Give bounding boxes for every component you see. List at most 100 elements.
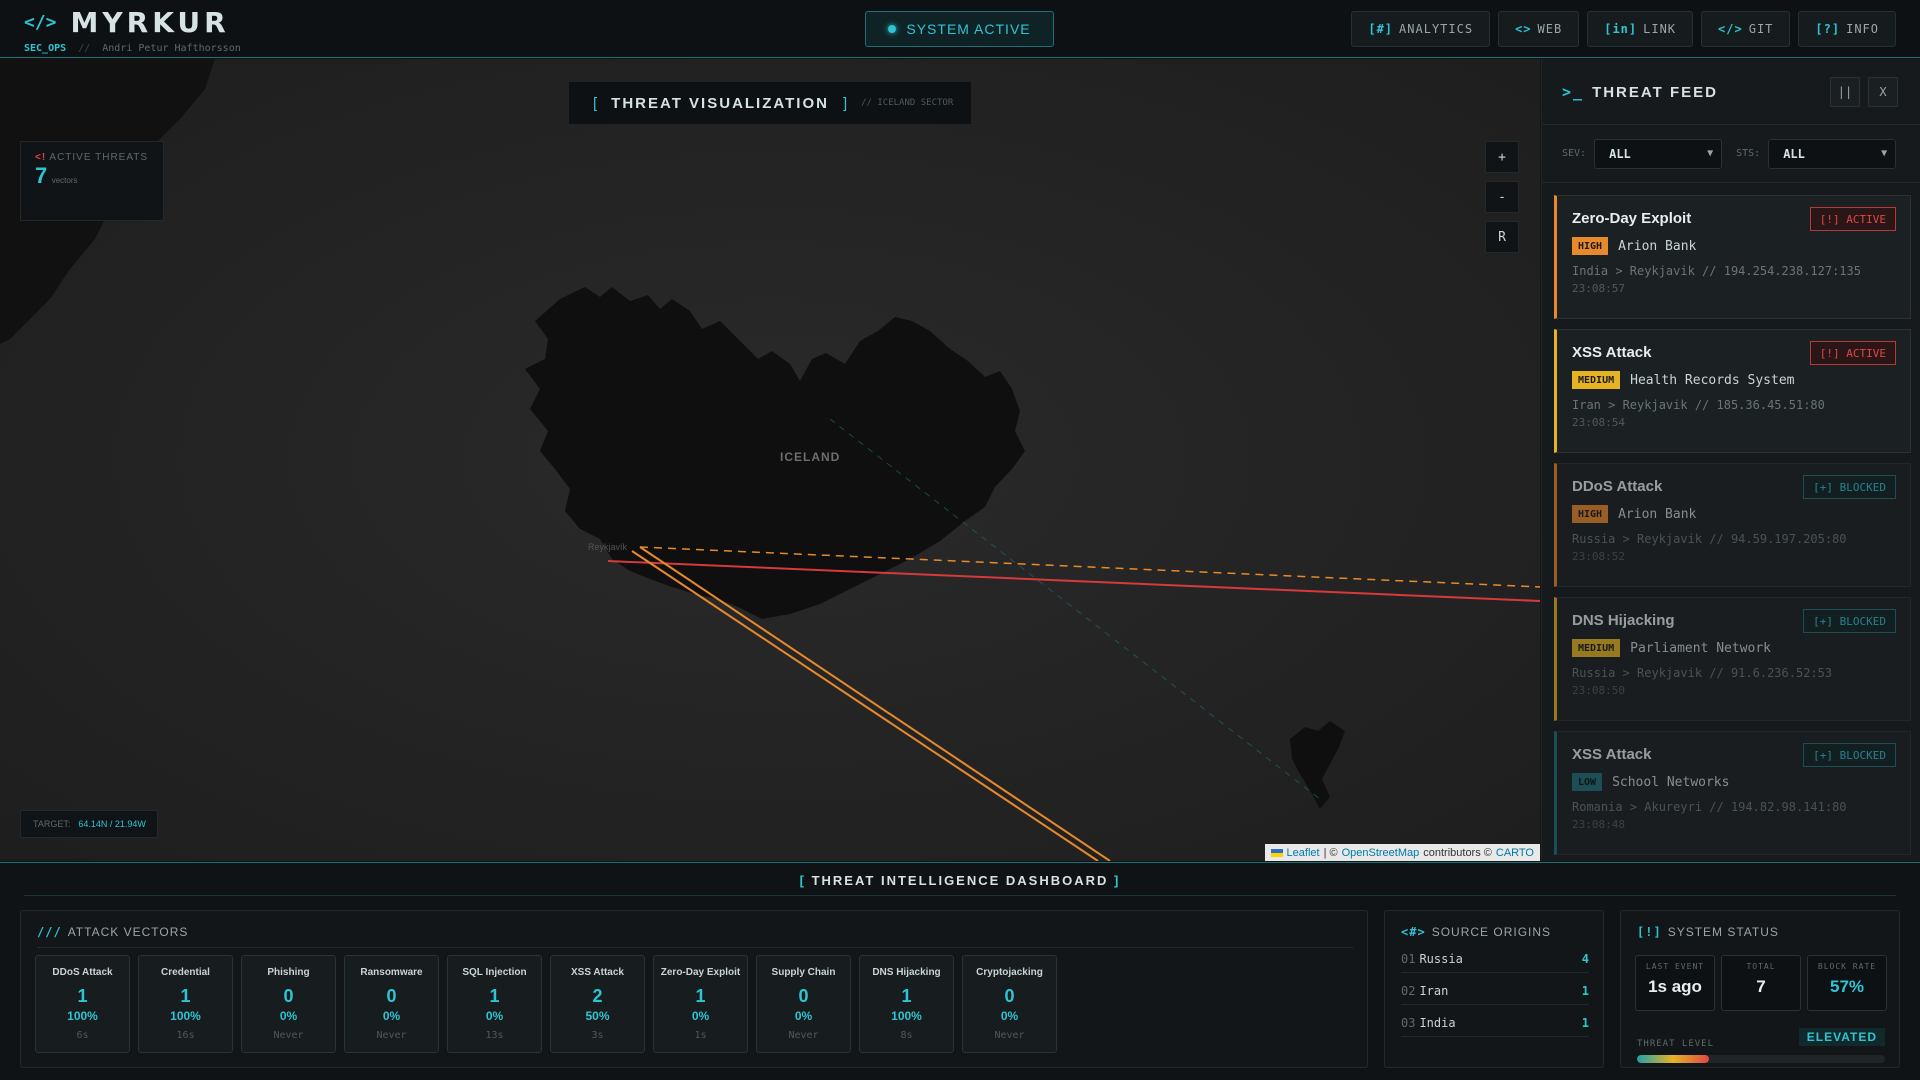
- vector-name: DDoS Attack: [52, 967, 113, 978]
- threat-route: Iran > Reykjavik // 185.36.45.51:80: [1572, 398, 1825, 412]
- vector-percent: 100%: [67, 1009, 98, 1023]
- nav-git-button[interactable]: </> GIT: [1701, 11, 1791, 47]
- zoom-in-button[interactable]: +: [1485, 141, 1519, 173]
- system-status-label: SYSTEM ACTIVE: [906, 21, 1031, 37]
- author-name: Andri Petur Hafthorsson: [102, 43, 241, 54]
- active-threats-label: ACTIVE THREATS: [49, 152, 149, 163]
- bracket-left: [: [593, 94, 598, 112]
- vector-percent: 100%: [891, 1009, 922, 1023]
- nav-label: GIT: [1748, 22, 1774, 36]
- threat-feed-panel: >_ THREAT FEED || X SEV: ALL ▼ STS: ALL ▼ Z…: [1541, 59, 1920, 861]
- block-rate-stat: BLOCK RATE 57%: [1807, 955, 1887, 1011]
- alert-icon: [!]: [1637, 925, 1662, 939]
- brand[interactable]: </> MYRKUR: [24, 6, 230, 39]
- active-threats-value: 7: [35, 163, 48, 188]
- nav-label: INFO: [1846, 22, 1879, 36]
- reset-view-button[interactable]: R: [1485, 221, 1519, 253]
- dashboard-title: [ THREAT INTELLIGENCE DASHBOARD ]: [0, 873, 1920, 888]
- vector-count: 0: [798, 986, 809, 1006]
- nav-link-button[interactable]: [in] LINK: [1587, 11, 1694, 47]
- brand-name: MYRKUR: [70, 6, 230, 39]
- top-nav: [#] ANALYTICS <> WEB [in] LINK </> GIT [?] IN…: [1351, 11, 1896, 47]
- vector-last-seen: 8s: [900, 1030, 913, 1041]
- sec-ops-label: SEC_OPS: [24, 43, 67, 54]
- status-filter-select[interactable]: ALL ▼: [1768, 138, 1897, 169]
- vector-card[interactable]: Supply Chain Attack 0 0% Never: [756, 955, 851, 1053]
- system-status-button[interactable]: SYSTEM ACTIVE: [865, 11, 1054, 47]
- vector-count: 1: [77, 986, 88, 1006]
- target-label: TARGET:: [33, 819, 71, 829]
- vector-card[interactable]: DDoS Attack 1 100% 6s: [35, 955, 130, 1053]
- zoom-out-button[interactable]: -: [1485, 181, 1519, 213]
- threat-level-fill: [1637, 1055, 1709, 1063]
- target-value: 64.14N / 21.94W: [78, 819, 146, 829]
- viz-title-panel: [ THREAT VISUALIZATION ] // ICELAND SECT…: [568, 81, 972, 125]
- dashboard-title-text: THREAT INTELLIGENCE DASHBOARD: [811, 873, 1109, 888]
- status-filter-label: STS:: [1736, 148, 1761, 159]
- attack-vectors-panel: ///ATTACK VECTORS DDoS Attack 1 100% 6s Cre…: [20, 910, 1368, 1068]
- severity-filter-select[interactable]: ALL ▼: [1594, 138, 1723, 169]
- vector-count: 0: [283, 986, 294, 1006]
- leaflet-link[interactable]: Leaflet: [1287, 847, 1320, 859]
- stat-label: BLOCK RATE: [1817, 962, 1877, 971]
- threat-target: Health Records System: [1630, 372, 1795, 388]
- vector-card[interactable]: Zero-Day Exploit 1 0% 1s: [653, 955, 748, 1053]
- threat-level-bar: [1637, 1055, 1885, 1063]
- analytics-icon: [#]: [1368, 22, 1394, 36]
- threat-time: 23:08:54: [1572, 416, 1625, 429]
- vector-percent: 50%: [585, 1009, 610, 1023]
- threat-card[interactable]: Zero-Day Exploit [!] ACTIVE HIGH Arion Ba…: [1554, 195, 1911, 319]
- severity-badge: MEDIUM: [1572, 639, 1621, 657]
- alert-icon: <!: [35, 152, 47, 163]
- nav-label: ANALYTICS: [1399, 22, 1474, 36]
- vector-card[interactable]: DNS Hijacking 1 100% 8s: [859, 955, 954, 1053]
- threat-route: Russia > Reykjavik // 94.59.197.205:80: [1572, 532, 1847, 546]
- status-badge: [!] ACTIVE: [1809, 207, 1896, 231]
- vector-card[interactable]: Ransomware 0 0% Never: [344, 955, 439, 1053]
- vector-name: SQL Injection: [462, 967, 527, 978]
- severity-badge: HIGH: [1572, 505, 1609, 523]
- chevron-down-icon: ▼: [1707, 148, 1714, 159]
- origins-icon: <#>: [1401, 925, 1426, 939]
- nav-web-button[interactable]: <> WEB: [1498, 11, 1580, 47]
- pause-button[interactable]: ||: [1830, 77, 1860, 107]
- threat-card[interactable]: DNS Hijacking [+] BLOCKED MEDIUM Parliame…: [1554, 597, 1911, 721]
- carto-link[interactable]: CARTO: [1496, 847, 1534, 859]
- target-coordinates: TARGET: 64.14N / 21.94W: [20, 810, 158, 838]
- source-origins-title: SOURCE ORIGINS: [1431, 925, 1552, 939]
- threat-card[interactable]: XSS Attack [!] ACTIVE MEDIUM Health Recor…: [1554, 329, 1911, 453]
- osm-link[interactable]: OpenStreetMap: [1342, 847, 1420, 859]
- bracket-right: ]: [1114, 873, 1121, 888]
- nav-analytics-button[interactable]: [#] ANALYTICS: [1351, 11, 1491, 47]
- total-stat: TOTAL 7: [1721, 955, 1801, 1011]
- nav-info-button[interactable]: [?] INFO: [1798, 11, 1896, 47]
- threat-card[interactable]: DDoS Attack [+] BLOCKED HIGH Arion Bank R…: [1554, 463, 1911, 587]
- threat-card[interactable]: XSS Attack [+] BLOCKED LOW School Network…: [1554, 731, 1911, 855]
- vector-card[interactable]: Phishing Campaign 0 0% Never: [241, 955, 336, 1053]
- vector-percent: 0%: [691, 1009, 710, 1023]
- vector-card[interactable]: XSS Attack 2 50% 3s: [550, 955, 645, 1053]
- severity-filter-label: SEV:: [1562, 148, 1587, 159]
- severity-badge: MEDIUM: [1572, 371, 1621, 389]
- chevron-down-icon: ▼: [1881, 148, 1888, 159]
- vector-card[interactable]: Credential Stuffing 1 100% 16s: [138, 955, 233, 1053]
- close-button[interactable]: X: [1868, 77, 1898, 107]
- status-badge: [+] BLOCKED: [1803, 743, 1896, 767]
- origin-count: 4: [1581, 951, 1589, 966]
- threat-time: 23:08:48: [1572, 818, 1625, 831]
- vector-card[interactable]: SQL Injection 1 0% 13s: [447, 955, 542, 1053]
- status-dot-icon: [888, 25, 897, 33]
- status-badge: [+] BLOCKED: [1803, 475, 1896, 499]
- vector-card[interactable]: Cryptojacking 0 0% Never: [962, 955, 1057, 1053]
- vector-name: Phishing Campaign: [267, 967, 310, 978]
- bracket-left: [: [799, 873, 806, 888]
- status-filter-value: ALL: [1783, 146, 1805, 161]
- attribution-sep: | ©: [1323, 846, 1338, 859]
- vector-count: 1: [901, 986, 912, 1006]
- origin-row: 03 India 1: [1401, 1009, 1589, 1037]
- threat-target: Parliament Network: [1630, 640, 1772, 656]
- vector-count: 0: [1004, 986, 1015, 1006]
- terminal-icon: >_: [1562, 83, 1585, 101]
- vector-count: 1: [489, 986, 500, 1006]
- threat-map[interactable]: ICELAND Reykjavík [ THREAT VISUALIZATION…: [0, 59, 1540, 861]
